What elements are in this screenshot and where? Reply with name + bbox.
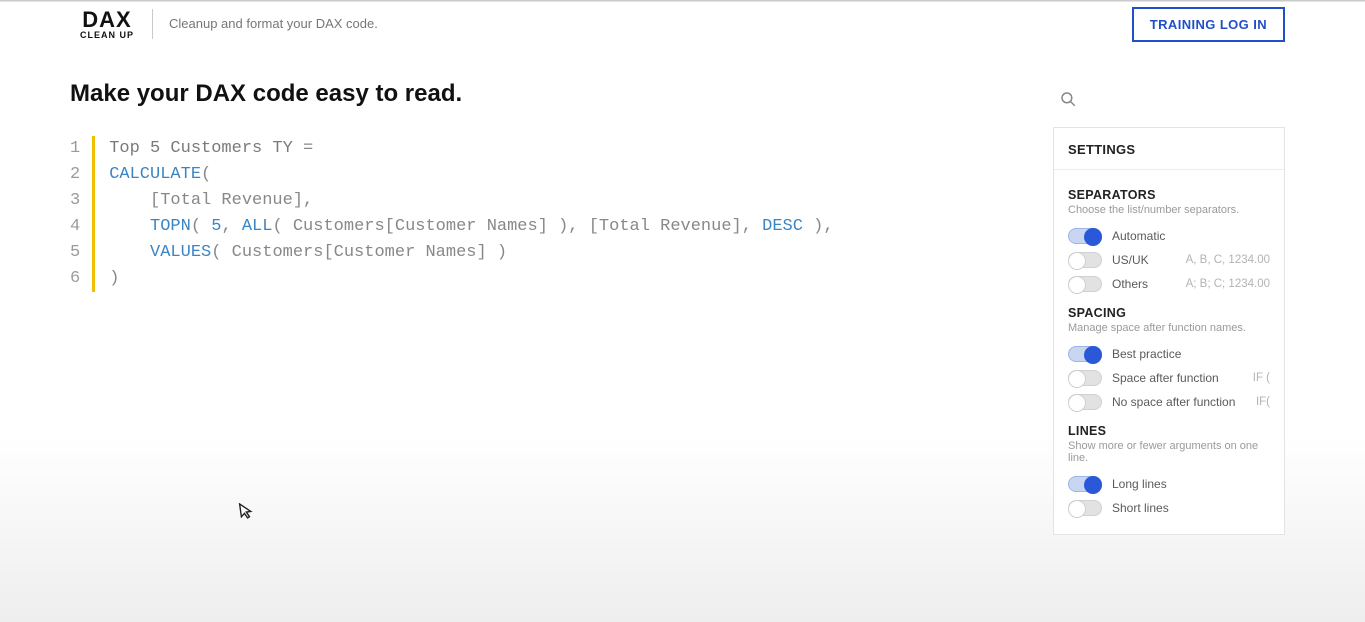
option-label: US/UK — [1112, 253, 1186, 267]
header-divider — [152, 9, 153, 39]
section-title: LINES — [1068, 424, 1270, 438]
code-token: ) — [109, 269, 119, 288]
code-line[interactable]: CALCULATE( — [109, 162, 833, 188]
code-token: VALUES — [150, 243, 211, 262]
toggle[interactable] — [1068, 228, 1102, 244]
option-row[interactable]: OthersA; B; C; 1234.00 — [1068, 272, 1270, 296]
code-line[interactable]: TOPN( 5, ALL( Customers[Customer Names] … — [109, 214, 833, 240]
logo[interactable]: DAX CLEAN UP — [80, 9, 134, 40]
code-token: ( Customers[Customer Names] ) — [211, 243, 507, 262]
line-gutter: 123456 — [70, 136, 92, 292]
code-editor[interactable]: 123456 Top 5 Customers TY =CALCULATE( [T… — [70, 136, 1035, 292]
right-column: SETTINGS SEPARATORS Choose the list/numbe… — [1053, 86, 1285, 535]
code-token: [Total Revenue] — [589, 217, 742, 236]
code-token — [109, 243, 150, 262]
header: DAX CLEAN UP Cleanup and format your DAX… — [0, 2, 1365, 46]
line-number: 4 — [70, 214, 80, 240]
code-token: TOPN — [150, 217, 191, 236]
option-row[interactable]: Automatic — [1068, 224, 1270, 248]
option-row[interactable]: Space after functionIF ( — [1068, 366, 1270, 390]
section-subtitle: Choose the list/number separators. — [1068, 204, 1270, 216]
tagline: Cleanup and format your DAX code. — [169, 16, 378, 32]
toggle[interactable] — [1068, 252, 1102, 268]
option-row[interactable]: Best practice — [1068, 342, 1270, 366]
option-row[interactable]: No space after functionIF( — [1068, 390, 1270, 414]
code-token: , — [303, 191, 313, 210]
line-number: 1 — [70, 136, 80, 162]
settings-body: SEPARATORS Choose the list/number separat… — [1054, 170, 1284, 534]
code-token: 5 — [211, 217, 221, 236]
code-line[interactable]: VALUES( Customers[Customer Names] ) — [109, 240, 833, 266]
option-row[interactable]: US/UKA, B, C, 1234.00 — [1068, 248, 1270, 272]
toggle[interactable] — [1068, 500, 1102, 516]
code-token: ( — [201, 165, 211, 184]
header-right: TRAINING LOG IN — [1132, 7, 1285, 42]
option-label: No space after function — [1112, 395, 1256, 409]
page-title: Make your DAX code easy to read. — [70, 80, 1035, 108]
left-column: Make your DAX code easy to read. 123456 … — [70, 80, 1035, 292]
option-label: Best practice — [1112, 347, 1270, 361]
option-label: Automatic — [1112, 229, 1270, 243]
option-label: Space after function — [1112, 371, 1253, 385]
code-line[interactable]: [Total Revenue], — [109, 188, 833, 214]
code-area[interactable]: Top 5 Customers TY =CALCULATE( [Total Re… — [95, 136, 833, 292]
option-hint: IF ( — [1253, 372, 1270, 384]
option-hint: A, B, C, 1234.00 — [1186, 254, 1270, 266]
section-subtitle: Show more or fewer arguments on one line… — [1068, 440, 1270, 464]
code-token: , — [221, 217, 241, 236]
line-number: 6 — [70, 266, 80, 292]
line-number: 3 — [70, 188, 80, 214]
code-token: [Total Revenue] — [150, 191, 303, 210]
option-label: Others — [1112, 277, 1186, 291]
logo-main: DAX — [82, 9, 131, 31]
option-row[interactable]: Short lines — [1068, 496, 1270, 520]
search-icon[interactable] — [1059, 90, 1077, 113]
option-label: Short lines — [1112, 501, 1270, 515]
code-token: ( — [191, 217, 211, 236]
line-number: 5 — [70, 240, 80, 266]
line-number: 2 — [70, 162, 80, 188]
toggle[interactable] — [1068, 370, 1102, 386]
section-title: SPACING — [1068, 306, 1270, 320]
training-login-button[interactable]: TRAINING LOG IN — [1132, 7, 1285, 42]
section-subtitle: Manage space after function names. — [1068, 322, 1270, 334]
code-token: Top 5 Customers TY — [109, 139, 303, 158]
code-token: DESC — [762, 217, 803, 236]
toggle[interactable] — [1068, 394, 1102, 410]
code-token: ), — [803, 217, 834, 236]
option-row[interactable]: Long lines — [1068, 472, 1270, 496]
toggle[interactable] — [1068, 346, 1102, 362]
code-token: ALL — [242, 217, 273, 236]
code-line[interactable]: Top 5 Customers TY = — [109, 136, 833, 162]
code-token: , — [742, 217, 762, 236]
code-token — [109, 217, 150, 236]
code-token: CALCULATE — [109, 165, 201, 184]
search-row — [1053, 86, 1285, 127]
option-label: Long lines — [1112, 477, 1270, 491]
toggle[interactable] — [1068, 476, 1102, 492]
main: Make your DAX code easy to read. 123456 … — [0, 46, 1365, 535]
settings-panel: SETTINGS SEPARATORS Choose the list/numbe… — [1053, 127, 1285, 535]
section-title: SEPARATORS — [1068, 188, 1270, 202]
settings-header: SETTINGS — [1054, 128, 1284, 170]
code-token — [109, 191, 150, 210]
option-hint: A; B; C; 1234.00 — [1186, 278, 1270, 290]
toggle[interactable] — [1068, 276, 1102, 292]
code-token: ( Customers[Customer Names] ), — [272, 217, 588, 236]
logo-sub: CLEAN UP — [80, 31, 134, 40]
code-line[interactable]: ) — [109, 266, 833, 292]
option-hint: IF( — [1256, 396, 1270, 408]
code-token: = — [303, 139, 313, 158]
